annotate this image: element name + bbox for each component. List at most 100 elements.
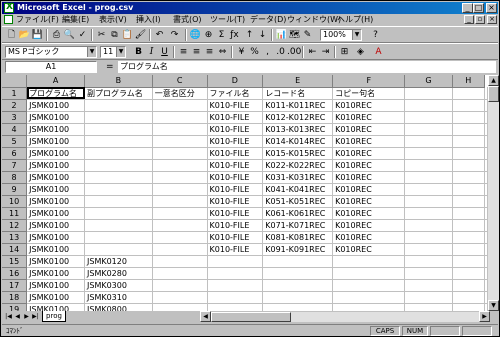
cell-a17[interactable]: JSMK0100 [26,279,85,292]
cell-e10[interactable]: K051-K051REC [262,195,334,208]
select-all-corner[interactable] [2,75,28,88]
row-header[interactable]: 2 [2,99,28,112]
sheet-tab-prog[interactable]: prog [42,311,66,322]
decrease-decimal-icon[interactable]: .00 [287,46,301,58]
column-header-g[interactable]: G [404,75,453,88]
cell-c7[interactable] [152,159,208,172]
cell-b19[interactable]: JSMK0800 [84,303,153,311]
column-header-f[interactable]: F [332,75,406,88]
cell-a12[interactable]: JSMK0100 [26,219,85,232]
cell-f17[interactable] [332,279,406,292]
cell-f1[interactable]: コピー句名 [332,87,406,100]
cell-b15[interactable]: JSMK0120 [84,255,153,268]
cell-c15[interactable] [152,255,208,268]
cell-b16[interactable]: JSMK0280 [84,267,153,280]
format-painter-icon[interactable]: 🖌 [134,29,147,41]
column-header-h[interactable]: H [452,75,485,88]
cut-icon[interactable]: ✂ [95,29,108,41]
cell-c17[interactable] [152,279,208,292]
cell-b9[interactable] [84,183,153,196]
cell-e4[interactable]: K013-K013REC [262,123,334,136]
cell-h17[interactable] [452,279,485,292]
cell-a18[interactable]: JSMK0100 [26,291,85,304]
cell-e1[interactable]: レコード名 [262,87,334,100]
increase-decimal-icon[interactable]: .0 [274,46,287,58]
row-header[interactable]: 19 [2,303,28,311]
cell-h18[interactable] [452,291,485,304]
font-name-select[interactable]: MS Pゴシック ▼ [5,46,97,58]
office-assistant-icon[interactable]: ? [369,29,382,41]
cell-d7[interactable]: K010-FILE [207,159,264,172]
cell-g10[interactable] [404,195,453,208]
column-header-b[interactable]: B [84,75,153,88]
cell-f2[interactable]: K010REC [332,99,406,112]
column-header-e[interactable]: E [262,75,334,88]
horizontal-scroll-thumb[interactable] [211,312,291,322]
cell-f3[interactable]: K010REC [332,111,406,124]
cell-h2[interactable] [452,99,485,112]
cell-b14[interactable] [84,243,153,256]
cell-a1[interactable]: プログラム名 [26,87,85,100]
workbook-icon[interactable] [4,15,13,24]
cell-h16[interactable] [452,267,485,280]
increase-indent-icon[interactable]: ⇥ [319,46,332,58]
cell-f12[interactable]: K010REC [332,219,406,232]
cell-a4[interactable]: JSMK0100 [26,123,85,136]
cell-h3[interactable] [452,111,485,124]
cell-e13[interactable]: K081-K081REC [262,231,334,244]
doc-minimize-button[interactable]: _ [464,15,474,24]
cell-e2[interactable]: K011-K011REC [262,99,334,112]
row-header[interactable]: 14 [2,243,28,256]
cell-c3[interactable] [152,111,208,124]
cell-g12[interactable] [404,219,453,232]
equals-sign[interactable]: = [106,60,114,74]
cell-e15[interactable] [262,255,334,268]
cell-c14[interactable] [152,243,208,256]
cell-d14[interactable]: K010-FILE [207,243,264,256]
cell-e9[interactable]: K041-K041REC [262,183,334,196]
row-header[interactable]: 6 [2,147,28,160]
row-header[interactable]: 10 [2,195,28,208]
cell-f6[interactable]: K010REC [332,147,406,160]
menu-tools[interactable]: ツール(T) [210,14,245,26]
row-header[interactable]: 8 [2,171,28,184]
cell-g2[interactable] [404,99,453,112]
scroll-up-icon[interactable]: ▲ [488,75,499,86]
cell-c16[interactable] [152,267,208,280]
row-header[interactable]: 11 [2,207,28,220]
cell-h7[interactable] [452,159,485,172]
row-header[interactable]: 15 [2,255,28,268]
formula-input[interactable]: プログラム名 [118,61,496,73]
merge-center-icon[interactable]: ⇔ [216,46,229,58]
currency-icon[interactable]: ¥ [235,46,248,58]
cell-d19[interactable] [207,303,264,311]
cell-h13[interactable] [452,231,485,244]
scroll-right-icon[interactable]: ▶ [479,311,490,322]
cell-g15[interactable] [404,255,453,268]
cell-f9[interactable]: K010REC [332,183,406,196]
menu-edit[interactable]: 編集(E) [62,14,89,26]
percent-icon[interactable]: % [248,46,261,58]
cell-g17[interactable] [404,279,453,292]
cell-b10[interactable] [84,195,153,208]
excel-app-icon[interactable] [4,2,14,13]
cell-b6[interactable] [84,147,153,160]
chart-wizard-icon[interactable]: 📊 [275,29,288,41]
cell-c18[interactable] [152,291,208,304]
cell-f18[interactable] [332,291,406,304]
cell-d12[interactable]: K010-FILE [207,219,264,232]
doc-restore-button[interactable]: ▫ [475,15,485,24]
cell-g13[interactable] [404,231,453,244]
chevron-down-icon[interactable]: ▼ [116,47,125,57]
cell-h10[interactable] [452,195,485,208]
cell-h1[interactable] [452,87,485,100]
close-button[interactable]: × [486,3,497,13]
cell-d15[interactable] [207,255,264,268]
cell-d10[interactable]: K010-FILE [207,195,264,208]
vertical-scroll-thumb[interactable] [488,86,499,102]
row-header[interactable]: 12 [2,219,28,232]
cell-d3[interactable]: K010-FILE [207,111,264,124]
bold-button[interactable]: B [132,46,145,58]
row-header[interactable]: 17 [2,279,28,292]
cell-g14[interactable] [404,243,453,256]
